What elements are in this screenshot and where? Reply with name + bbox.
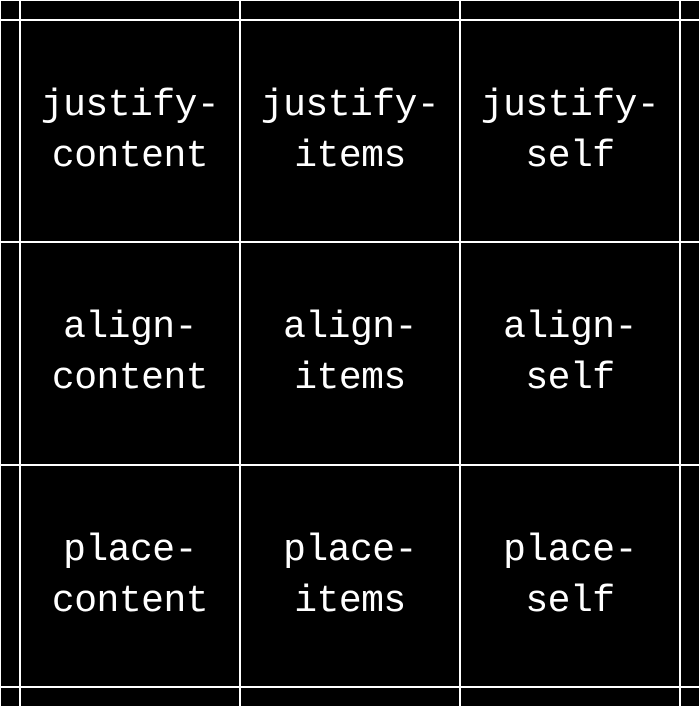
cell-align-items: align- items (240, 242, 460, 464)
cell-label: place- content (52, 525, 208, 628)
cell-place-self: place- self (460, 465, 680, 687)
grid-edge (680, 687, 700, 707)
cell-align-self: align- self (460, 242, 680, 464)
grid-edge (20, 0, 240, 20)
cell-align-content: align- content (20, 242, 240, 464)
grid-edge (240, 0, 460, 20)
cell-label: place- items (283, 525, 417, 628)
grid-edge (680, 20, 700, 242)
grid-edge (0, 242, 20, 464)
cell-label: justify- content (41, 80, 219, 183)
grid-edge (680, 465, 700, 687)
grid-edge (680, 242, 700, 464)
grid-edge (0, 0, 20, 20)
grid-edge (0, 465, 20, 687)
cell-label: align- content (52, 302, 208, 405)
cell-justify-content: justify- content (20, 20, 240, 242)
cell-justify-items: justify- items (240, 20, 460, 242)
cell-label: place- self (503, 525, 637, 628)
cell-label: justify- items (261, 80, 439, 183)
grid-edge (0, 20, 20, 242)
grid-edge (0, 687, 20, 707)
cell-place-content: place- content (20, 465, 240, 687)
grid-edge (20, 687, 240, 707)
grid-edge (460, 0, 680, 20)
cell-justify-self: justify- self (460, 20, 680, 242)
cell-place-items: place- items (240, 465, 460, 687)
grid-edge (680, 0, 700, 20)
cell-label: align- self (503, 302, 637, 405)
grid-edge (240, 687, 460, 707)
property-grid: justify- content justify- items justify-… (0, 0, 700, 707)
grid-edge (460, 687, 680, 707)
cell-label: justify- self (481, 80, 659, 183)
cell-label: align- items (283, 302, 417, 405)
